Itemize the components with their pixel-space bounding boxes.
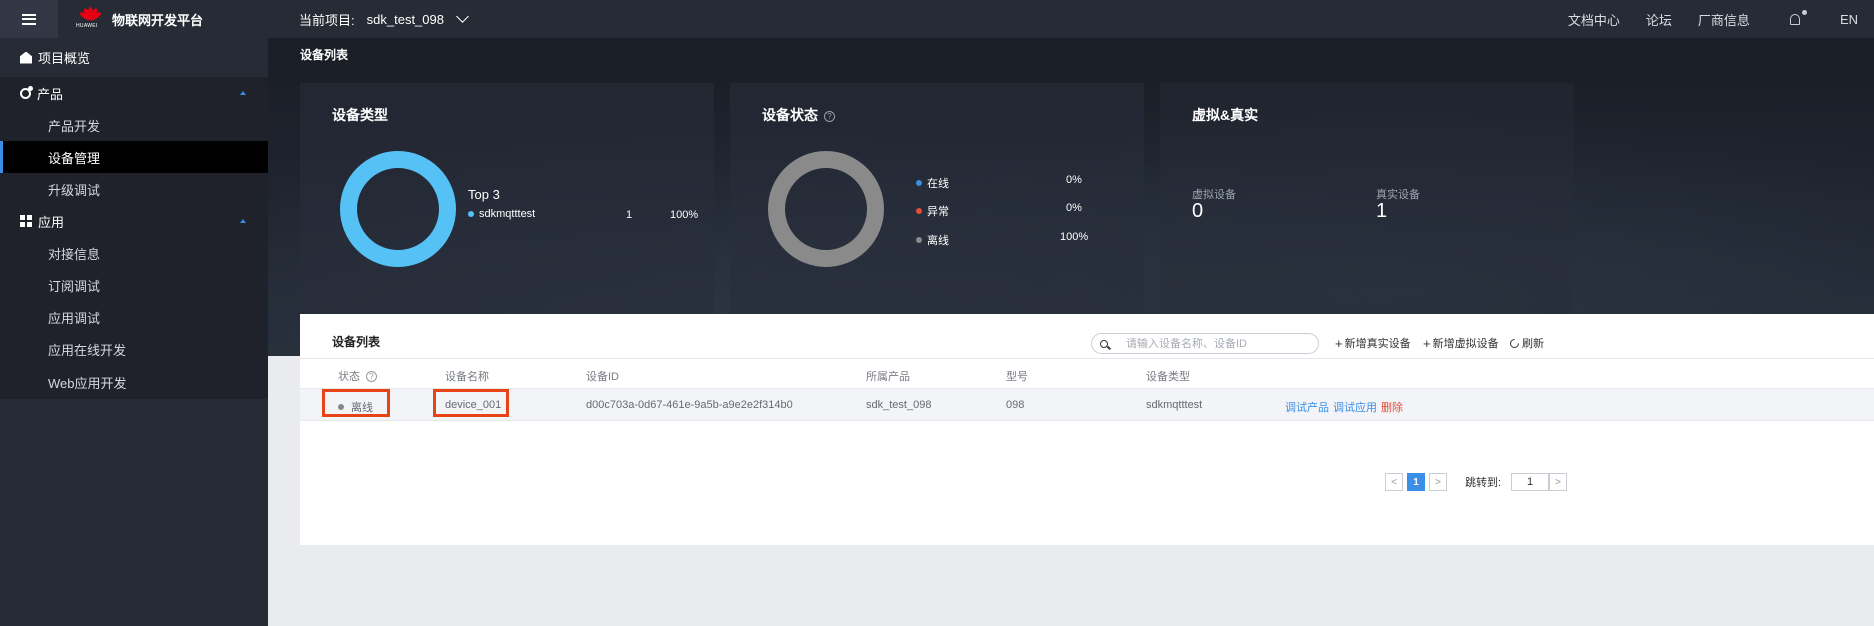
row-device-id: d00c703a-0d67-461e-9a5b-a9e2e2f314b0: [586, 399, 793, 411]
sidebar-item-integration-info[interactable]: 对接信息: [0, 237, 268, 269]
project-label: 当前项目:: [299, 12, 355, 28]
prev-page-button[interactable]: <: [1385, 473, 1403, 491]
sidebar-item-app-online-dev[interactable]: 应用在线开发: [0, 333, 268, 365]
device-type-title: 设备类型: [332, 107, 388, 123]
refresh-button[interactable]: 刷新: [1508, 335, 1544, 351]
next-page-button[interactable]: >: [1429, 473, 1447, 491]
sidebar-item-product-dev[interactable]: 产品开发: [0, 109, 268, 141]
plus-icon: +: [1335, 335, 1343, 351]
column-model: 型号: [1006, 371, 1028, 383]
device-status-card: 设备状态? 在线 0% 异常 0% 离线 100%: [730, 83, 1144, 318]
sidebar-group-app[interactable]: 应用: [0, 205, 268, 237]
jump-go-button[interactable]: >: [1549, 473, 1568, 491]
error-percent: 0%: [1066, 202, 1082, 214]
row-product: sdk_test_098: [866, 399, 932, 411]
row-model: 098: [1006, 399, 1025, 411]
device-type-legend-item: sdkmqtttest: [468, 208, 535, 220]
row-device-type: sdkmqtttest: [1146, 399, 1203, 411]
delete-link[interactable]: 删除: [1381, 399, 1403, 415]
search-input[interactable]: [1126, 337, 1306, 350]
top-label: Top 3: [468, 187, 500, 202]
sidebar-item-upgrade-debug[interactable]: 升级调试: [0, 173, 268, 205]
device-list-panel: 设备列表 +新增真实设备 +新增虚拟设备 刷新 状态? 设备名称 设备ID 所属…: [300, 314, 1874, 545]
device-type-count: 1: [626, 209, 633, 221]
product-icon: [20, 85, 33, 99]
sidebar-item-overview[interactable]: 项目概览: [0, 38, 268, 77]
brand-title: 物联网开发平台: [112, 12, 204, 28]
app-icon: [20, 215, 32, 227]
link-vendor[interactable]: 厂商信息: [1698, 10, 1750, 29]
column-device-type: 设备类型: [1146, 371, 1190, 383]
table-header: 状态? 设备名称 设备ID 所属产品 型号 设备类型: [300, 358, 1874, 389]
debug-app-link[interactable]: 调试应用: [1333, 399, 1377, 415]
column-product: 所属产品: [866, 371, 910, 383]
jump-page-input[interactable]: [1511, 473, 1550, 491]
device-status-donut: [768, 151, 884, 267]
project-name[interactable]: sdk_test_098: [367, 12, 444, 27]
virtual-count: 0: [1192, 200, 1204, 222]
pagination: < 1 > 跳转到: >: [1385, 473, 1571, 491]
main-content: 设备列表 设备类型 Top 3 sdkmqtttest 1 100% 设备状态?…: [268, 38, 1874, 626]
dashboard-hero: 设备列表 设备类型 Top 3 sdkmqtttest 1 100% 设备状态?…: [268, 38, 1874, 356]
plus-icon: +: [1423, 335, 1431, 351]
collapse-icon[interactable]: [240, 219, 246, 223]
sidebar-group-product[interactable]: 产品: [0, 77, 268, 109]
language-switch[interactable]: EN: [1840, 12, 1858, 27]
link-forum[interactable]: 论坛: [1646, 10, 1672, 29]
device-type-percent: 100%: [670, 209, 699, 221]
sidebar-item-device-management[interactable]: 设备管理: [0, 141, 268, 173]
top-bar: HUAWEI 物联网开发平台 当前项目: sdk_test_098 文档中心 论…: [0, 0, 1874, 38]
link-docs[interactable]: 文档中心: [1568, 10, 1620, 29]
device-status-title: 设备状态?: [762, 105, 835, 125]
menu-icon[interactable]: [0, 0, 58, 38]
highlight-status: [322, 389, 390, 417]
legend-dot: [468, 211, 474, 217]
help-icon[interactable]: ?: [366, 371, 377, 382]
page-1-button[interactable]: 1: [1407, 473, 1425, 491]
sidebar: 项目概览 产品 产品开发 设备管理 升级调试 应用 对接信息 订阅调试 应用调试…: [0, 38, 268, 626]
search-box[interactable]: [1091, 333, 1319, 354]
column-status: 状态?: [338, 368, 377, 384]
bell-icon[interactable]: [1789, 9, 1807, 25]
column-device-name: 设备名称: [445, 371, 489, 383]
collapse-icon[interactable]: [240, 91, 246, 95]
page-title: 设备列表: [300, 48, 349, 62]
add-real-device-button[interactable]: + 新增真实设备: [1335, 335, 1411, 351]
online-percent: 0%: [1066, 174, 1082, 186]
help-icon[interactable]: ?: [824, 111, 835, 122]
table-row[interactable]: 离线 device_001 d00c703a-0d67-461e-9a5b-a9…: [300, 389, 1874, 421]
sidebar-item-subscription-debug[interactable]: 订阅调试: [0, 269, 268, 301]
add-virtual-device-button[interactable]: + 新增虚拟设备: [1423, 335, 1499, 351]
virtual-real-card: 虚拟&真实 虚拟设备 0 真实设备 1: [1160, 83, 1574, 318]
chevron-down-icon[interactable]: [456, 10, 469, 23]
search-icon: [1100, 339, 1108, 348]
offline-percent: 100%: [1060, 231, 1089, 243]
virtual-real-title: 虚拟&真实: [1192, 107, 1259, 123]
device-type-card: 设备类型 Top 3 sdkmqtttest 1 100%: [300, 83, 714, 318]
real-count: 1: [1376, 200, 1388, 222]
refresh-icon: [1508, 336, 1521, 350]
home-icon: [20, 51, 32, 64]
device-list-title: 设备列表: [332, 335, 381, 349]
legend-online: 在线: [916, 175, 949, 191]
device-type-donut: [340, 151, 456, 267]
legend-error: 异常: [916, 203, 949, 219]
debug-product-link[interactable]: 调试产品: [1285, 399, 1329, 415]
column-device-id: 设备ID: [586, 371, 619, 383]
sidebar-item-app-debug[interactable]: 应用调试: [0, 301, 268, 333]
huawei-logo: HUAWEI: [76, 6, 104, 32]
highlight-device-name: [433, 389, 509, 417]
brand[interactable]: HUAWEI 物联网开发平台: [76, 6, 204, 32]
sidebar-item-web-app-dev[interactable]: Web应用开发: [0, 365, 268, 399]
legend-offline: 离线: [916, 232, 949, 248]
jump-label: 跳转到:: [1465, 477, 1502, 489]
